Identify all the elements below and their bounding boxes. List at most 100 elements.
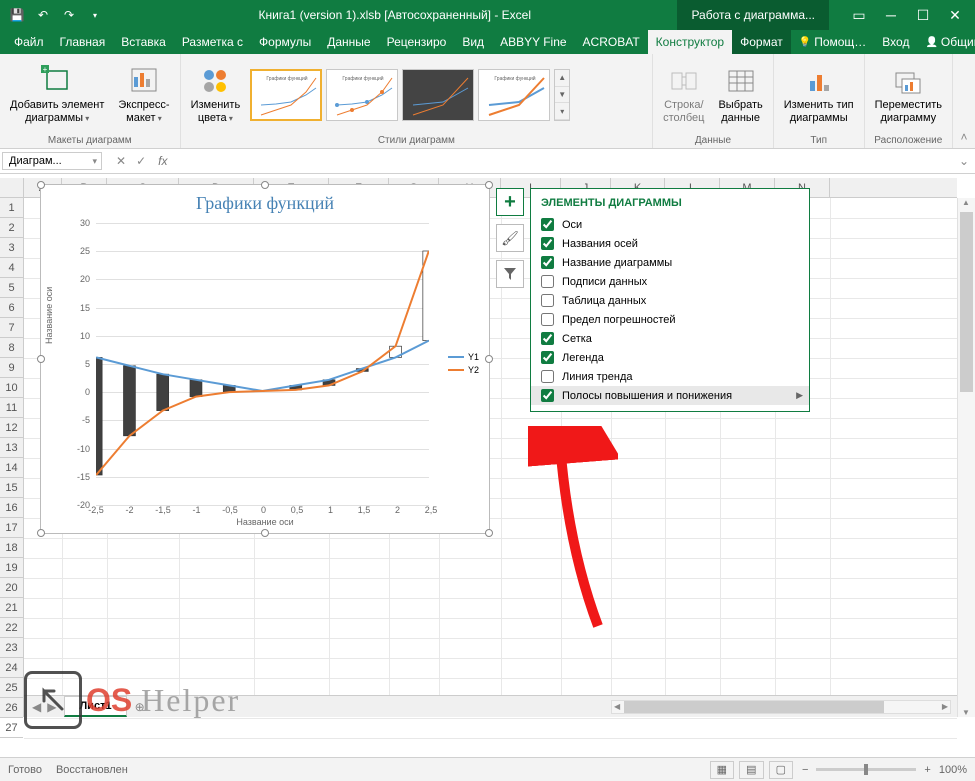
quick-layout-button[interactable]: Экспресс- макет <box>114 63 173 127</box>
zoom-in-icon[interactable]: + <box>924 764 930 776</box>
row-header[interactable]: 9 <box>0 358 23 378</box>
chart-filters-button[interactable] <box>496 260 524 288</box>
flyout-item[interactable]: Оси <box>531 215 809 234</box>
horizontal-scrollbar[interactable]: ◀▶ <box>153 700 957 714</box>
flyout-checkbox[interactable] <box>541 370 554 383</box>
zoom-out-icon[interactable]: − <box>802 764 808 776</box>
minimize-icon[interactable]: ─ <box>877 1 905 29</box>
row-header[interactable]: 8 <box>0 338 23 358</box>
tab-insert[interactable]: Вставка <box>113 30 174 54</box>
row-header[interactable]: 14 <box>0 458 23 478</box>
flyout-item[interactable]: Предел погрешностей <box>531 310 809 329</box>
tab-page-layout[interactable]: Разметка с <box>174 30 251 54</box>
tab-file[interactable]: Файл <box>6 30 52 54</box>
enter-formula-icon[interactable]: ✓ <box>136 154 146 168</box>
row-header[interactable]: 11 <box>0 398 23 418</box>
embedded-chart[interactable]: Графики функций Название оси Название ос… <box>40 184 490 534</box>
row-header[interactable]: 17 <box>0 518 23 538</box>
style-thumb-1[interactable]: Графики функций <box>250 69 322 121</box>
sign-in-button[interactable]: Вход <box>874 30 917 54</box>
flyout-item[interactable]: Легенда <box>531 348 809 367</box>
row-header[interactable]: 2 <box>0 218 23 238</box>
flyout-checkbox[interactable] <box>541 218 554 231</box>
row-header[interactable]: 4 <box>0 258 23 278</box>
row-header[interactable]: 20 <box>0 578 23 598</box>
view-page-break-icon[interactable]: ▢ <box>769 761 793 779</box>
select-data-button[interactable]: Выбрать данные <box>714 63 766 127</box>
row-header[interactable]: 6 <box>0 298 23 318</box>
select-all-triangle[interactable] <box>0 178 24 197</box>
resize-handle[interactable] <box>485 181 493 189</box>
row-header[interactable]: 5 <box>0 278 23 298</box>
tab-chart-format[interactable]: Формат <box>732 30 791 54</box>
tab-formulas[interactable]: Формулы <box>251 30 319 54</box>
switch-row-col-button[interactable]: Строка/ столбец <box>659 63 708 127</box>
row-header[interactable]: 19 <box>0 558 23 578</box>
flyout-item[interactable]: Полосы повышения и понижения▶ <box>531 386 809 405</box>
row-header[interactable]: 24 <box>0 658 23 678</box>
maximize-icon[interactable]: ☐ <box>909 1 937 29</box>
flyout-checkbox[interactable] <box>541 294 554 307</box>
y-axis-title[interactable]: Название оси <box>44 287 54 344</box>
row-header[interactable]: 15 <box>0 478 23 498</box>
flyout-item[interactable]: Сетка <box>531 329 809 348</box>
tell-me-search[interactable]: Помощ… <box>791 30 875 54</box>
flyout-checkbox[interactable] <box>541 313 554 326</box>
row-header[interactable]: 27 <box>0 718 23 738</box>
zoom-slider[interactable] <box>816 768 916 771</box>
row-header[interactable]: 13 <box>0 438 23 458</box>
gallery-up-icon[interactable]: ▲ <box>555 70 569 87</box>
style-thumb-3[interactable] <box>402 69 474 121</box>
flyout-checkbox[interactable] <box>541 389 554 402</box>
qat-customize-icon[interactable]: ▾ <box>86 6 104 24</box>
expand-formula-icon[interactable]: ⌄ <box>953 154 975 168</box>
row-header[interactable]: 25 <box>0 678 23 698</box>
name-box[interactable]: Диаграм... <box>2 152 102 170</box>
plot-area[interactable]: -20-15-10-5051015202530 -2,5-2-1,5-1-0,5… <box>96 223 429 503</box>
undo-icon[interactable]: ↶ <box>34 6 52 24</box>
fx-icon[interactable]: fx <box>158 154 167 168</box>
view-page-layout-icon[interactable]: ▤ <box>739 761 763 779</box>
row-header[interactable]: 16 <box>0 498 23 518</box>
flyout-checkbox[interactable] <box>541 275 554 288</box>
tab-chart-design[interactable]: Конструктор <box>648 30 732 54</box>
style-thumb-2[interactable]: Графики функций <box>326 69 398 121</box>
resize-handle[interactable] <box>261 181 269 189</box>
tab-acrobat[interactable]: ACROBAT <box>575 30 648 54</box>
resize-handle[interactable] <box>261 529 269 537</box>
row-header[interactable]: 10 <box>0 378 23 398</box>
tab-view[interactable]: Вид <box>454 30 492 54</box>
save-icon[interactable]: 💾 <box>8 6 26 24</box>
move-chart-button[interactable]: Переместить диаграмму <box>871 63 946 127</box>
cancel-formula-icon[interactable]: ✕ <box>116 154 126 168</box>
chart-title[interactable]: Графики функций <box>41 185 489 222</box>
ribbon-options-icon[interactable]: ▭ <box>845 1 873 29</box>
row-header[interactable]: 7 <box>0 318 23 338</box>
chart-styles-button[interactable]: 🖌 <box>496 224 524 252</box>
change-chart-type-button[interactable]: Изменить тип диаграммы <box>780 63 858 127</box>
collapse-ribbon-icon[interactable]: ˄ <box>953 54 975 148</box>
flyout-item[interactable]: Линия тренда <box>531 367 809 386</box>
tab-data[interactable]: Данные <box>319 30 378 54</box>
resize-handle[interactable] <box>37 529 45 537</box>
chart-legend[interactable]: Y1 Y2 <box>448 349 479 378</box>
resize-handle[interactable] <box>37 355 45 363</box>
flyout-item[interactable]: Название диаграммы <box>531 253 809 272</box>
resize-handle[interactable] <box>37 181 45 189</box>
row-header[interactable]: 1 <box>0 198 23 218</box>
view-normal-icon[interactable]: ▦ <box>710 761 734 779</box>
share-button[interactable]: Общий доступ <box>917 30 975 54</box>
flyout-checkbox[interactable] <box>541 351 554 364</box>
flyout-checkbox[interactable] <box>541 256 554 269</box>
flyout-checkbox[interactable] <box>541 237 554 250</box>
zoom-level[interactable]: 100% <box>939 764 967 776</box>
vertical-scrollbar[interactable]: ▲ ▼ <box>957 198 975 717</box>
add-chart-element-button[interactable]: + Добавить элемент диаграммы <box>6 63 108 127</box>
chart-elements-button[interactable]: + <box>496 188 524 216</box>
tab-home[interactable]: Главная <box>52 30 114 54</box>
style-thumb-4[interactable]: Графики функций <box>478 69 550 121</box>
resize-handle[interactable] <box>485 529 493 537</box>
row-header[interactable]: 26 <box>0 698 23 718</box>
gallery-more-icon[interactable]: ▾ <box>555 103 569 120</box>
redo-icon[interactable]: ↷ <box>60 6 78 24</box>
